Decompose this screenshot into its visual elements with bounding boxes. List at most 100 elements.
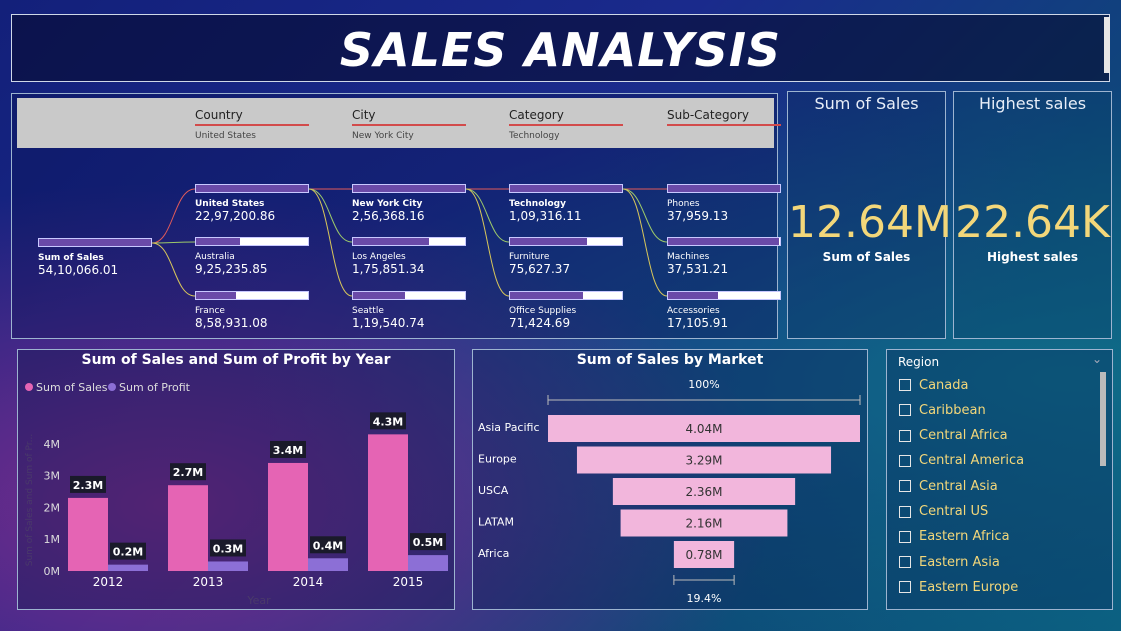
data-label: 0.2M	[113, 546, 143, 559]
kpi-label: Highest sales	[986, 250, 1079, 264]
data-label: 2.3M	[73, 479, 103, 492]
data-label: 0.5M	[413, 536, 443, 549]
sales-by-market-chart[interactable]: Sum of Sales by Market 100% Asia Pacific 4…	[472, 349, 868, 610]
node-bar-fill	[39, 239, 151, 246]
title-banner: SALES ANALYSIS	[11, 14, 1110, 82]
year-chart-svg: Sum of Sales Sum of Profit 0M 1M 2M 3M 4M Sum o…	[25, 381, 448, 607]
region-item[interactable]: Eastern Europe	[899, 577, 1018, 597]
legend-swatch-sales	[25, 383, 33, 391]
tree-node[interactable]: United States 22,97,200.86	[195, 184, 309, 223]
tree-node[interactable]: Accessories 17,105.91	[667, 291, 781, 330]
checkbox[interactable]	[899, 404, 911, 417]
node-bar	[509, 184, 623, 193]
node-bar-fill	[668, 185, 780, 192]
region-item[interactable]: Eastern Africa	[899, 527, 1010, 547]
node-value: 37,531.21	[667, 262, 729, 276]
tree-node[interactable]: Furniture 75,627.37	[509, 237, 623, 276]
node-bar-fill	[353, 238, 430, 245]
y-tick-label: 0M	[44, 565, 61, 578]
category-label: Europe	[478, 453, 517, 466]
tree-node[interactable]: Technology 1,09,316.11	[509, 184, 623, 223]
checkbox[interactable]	[899, 379, 911, 391]
node-label: Los Angeles	[352, 252, 406, 262]
decomposition-tree[interactable]: Country United States City New York City Cat…	[11, 93, 781, 339]
node-value: 1,19,540.74	[352, 316, 425, 330]
bar-profit	[208, 561, 248, 571]
tree-node[interactable]: France 8,58,931.08	[195, 291, 309, 330]
node-value: 54,10,066.01	[38, 263, 119, 277]
checkbox[interactable]	[899, 581, 911, 594]
checkbox[interactable]	[899, 454, 911, 467]
region-item[interactable]: Central Asia	[899, 476, 998, 496]
node-label: Accessories	[667, 306, 720, 316]
node-label: Australia	[195, 252, 235, 262]
chevron-down-icon[interactable]: ⌄	[1092, 352, 1102, 366]
category-label: Asia Pacific	[478, 421, 540, 434]
node-bar	[667, 184, 781, 193]
region-item[interactable]: Central Africa	[899, 426, 1008, 446]
x-tick-label: 2014	[293, 575, 324, 589]
tree-node[interactable]: Australia 9,25,235.85	[195, 237, 309, 276]
checkbox[interactable]	[899, 505, 911, 518]
region-item[interactable]: Central US	[899, 502, 988, 522]
node-label: Furniture	[509, 252, 550, 262]
node-label: Phones	[667, 199, 700, 209]
data-label: 2.7M	[173, 466, 203, 479]
checkbox[interactable]	[899, 530, 911, 543]
y-tick-label: 2M	[44, 501, 61, 514]
tree-node[interactable]: Phones 37,959.13	[667, 184, 781, 223]
node-bar-fill	[510, 292, 583, 299]
checkbox[interactable]	[899, 429, 911, 442]
region-item-label: Central US	[919, 504, 989, 519]
tree-node[interactable]: Sum of Sales 54,10,066.01	[38, 238, 152, 277]
category-label: Africa	[478, 547, 509, 560]
region-item[interactable]: Caribbean	[899, 400, 986, 420]
region-slicer[interactable]: Region ⌄ Canada Caribbean Central Africa Ce…	[886, 349, 1113, 610]
region-item[interactable]: Eastern Asia	[899, 552, 1000, 572]
region-item-label: Central America	[919, 453, 1025, 469]
funnel-top-label: 100%	[688, 378, 719, 391]
node-bar-fill	[353, 292, 405, 299]
checkbox[interactable]	[899, 556, 911, 569]
scrollbar[interactable]	[1104, 17, 1110, 73]
data-label: 4.04M	[685, 422, 722, 436]
data-label: 2.36M	[685, 485, 722, 499]
node-bar	[195, 237, 309, 246]
region-item[interactable]: Canada	[899, 375, 968, 395]
node-label: Sum of Sales	[38, 253, 104, 263]
tree-link	[308, 188, 353, 297]
node-bar	[38, 238, 152, 247]
region-item-label: Central Asia	[919, 478, 998, 494]
node-label: Machines	[667, 252, 710, 262]
scrollbar[interactable]	[1100, 372, 1106, 466]
tree-link	[151, 241, 196, 244]
region-item-label: Central Africa	[919, 428, 1008, 444]
node-label: United States	[195, 199, 265, 209]
x-tick-label: 2015	[393, 575, 424, 589]
data-label: 3.29M	[685, 454, 722, 468]
node-bar	[667, 291, 781, 300]
node-bar-fill	[668, 238, 779, 245]
tree-node[interactable]: Office Supplies 71,424.69	[509, 291, 623, 330]
page-title: SALES ANALYSIS	[339, 23, 782, 77]
data-label: 0.78M	[685, 548, 722, 562]
node-label: France	[195, 306, 225, 316]
node-value: 1,75,851.34	[352, 262, 425, 276]
region-item[interactable]: Central America	[899, 451, 1024, 471]
node-bar-fill	[510, 238, 588, 245]
checkbox[interactable]	[899, 480, 911, 493]
x-tick-label: 2013	[193, 575, 224, 589]
tree-node[interactable]: Machines 37,531.21	[667, 237, 781, 276]
tree-link	[308, 188, 353, 243]
tree-node[interactable]: Seattle 1,19,540.74	[352, 291, 466, 330]
kpi-value: 22.64K	[955, 197, 1110, 248]
bar-profit	[408, 555, 448, 571]
node-bar-fill	[353, 185, 465, 192]
funnel-bottom-label: 19.4%	[687, 592, 722, 605]
slicer-title: Region	[898, 355, 940, 369]
node-value: 37,959.13	[667, 209, 729, 223]
y-tick-label: 4M	[44, 438, 61, 451]
tree-node[interactable]: New York City 2,56,368.16	[352, 184, 466, 223]
sales-profit-by-year-chart[interactable]: Sum of Sales and Sum of Profit by Year S…	[17, 349, 455, 610]
tree-node[interactable]: Los Angeles 1,75,851.34	[352, 237, 466, 276]
